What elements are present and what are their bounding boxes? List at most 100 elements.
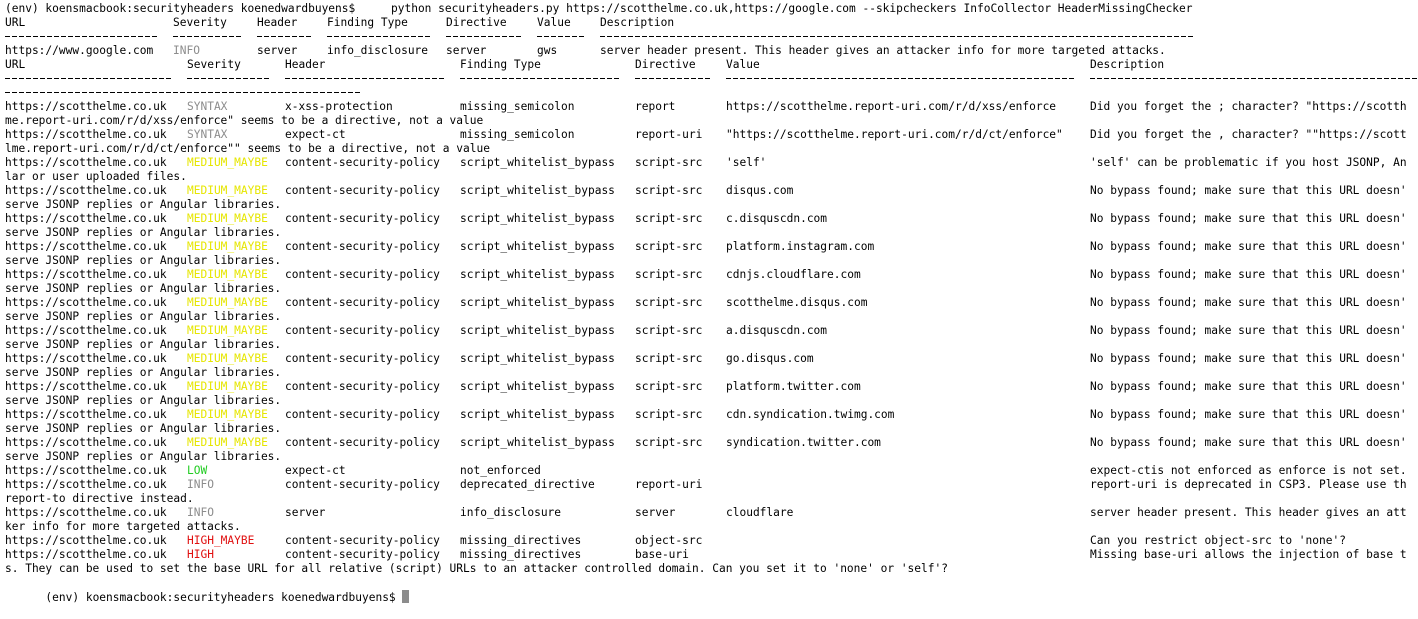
cell-url: https://scotthelme.co.uk (5, 296, 167, 309)
cell-header: content-security-policy (285, 240, 440, 253)
cell-directive: report-uri (635, 478, 703, 491)
cell-finding-type: script_whitelist_bypass (460, 156, 615, 169)
col-directive-label: Directive (635, 58, 696, 71)
divider (1090, 78, 1418, 79)
cell-header: content-security-policy (285, 156, 440, 169)
cell-description: No bypass found; make sure that this URL… (1090, 184, 1407, 197)
severity-badge: INFO (187, 506, 214, 519)
row-wrap-continuation: serve JSONP replies or Angular libraries… (0, 422, 1418, 436)
cell-description: Missing base-uri allows the injection of… (1090, 548, 1407, 561)
cell-header: server (285, 506, 326, 519)
cell-description-wrap: s. They can be used to set the base URL … (5, 562, 948, 575)
table-row: https://scotthelme.co.uk INFO content-secu… (0, 478, 1418, 492)
severity-badge: INFO (173, 44, 200, 57)
cell-value: cdn.syndication.twimg.com (726, 408, 895, 421)
cell-directive: script-src (635, 156, 703, 169)
cell-description: No bypass found; make sure that this URL… (1090, 352, 1407, 365)
severity-badge: MEDIUM_MAYBE (187, 352, 268, 365)
cell-description: No bypass found; make sure that this URL… (1090, 408, 1407, 421)
divider (5, 92, 362, 93)
row-wrap-continuation: serve JSONP replies or Angular libraries… (0, 254, 1418, 268)
cell-finding-type: script_whitelist_bypass (460, 436, 615, 449)
cell-directive: server (446, 44, 487, 57)
row-wrap-continuation: serve JSONP replies or Angular libraries… (0, 366, 1418, 380)
table-row: https://scotthelme.co.uk SYNTAX expect-ct m… (0, 128, 1418, 142)
cell-header: content-security-policy (285, 548, 440, 561)
divider (173, 36, 243, 37)
cell-finding-type: script_whitelist_bypass (460, 324, 615, 337)
cell-directive: base-uri (635, 548, 689, 561)
cell-url: https://scotthelme.co.uk (5, 380, 167, 393)
cell-value: gws (537, 44, 558, 57)
cell-description: Can you restrict object-src to 'none'? (1090, 534, 1346, 547)
cell-value: cdnjs.cloudflare.com (726, 268, 861, 281)
cell-description: No bypass found; make sure that this URL… (1090, 436, 1407, 449)
cell-value: disqus.com (726, 184, 794, 197)
table-row: https://scotthelme.co.uk MEDIUM_MAYBE cont… (0, 156, 1418, 170)
severity-badge: MEDIUM_MAYBE (187, 324, 268, 337)
cell-header: content-security-policy (285, 408, 440, 421)
cell-description-wrap: serve JSONP replies or Angular libraries… (5, 366, 282, 379)
table2-header: URL Severity Header Finding Type Directi… (0, 58, 1418, 72)
cell-description-wrap: serve JSONP replies or Angular libraries… (5, 338, 282, 351)
severity-badge: SYNTAX (187, 128, 228, 141)
row-wrap-continuation: lme.report-uri.com/r/d/ct/enforce"" seem… (0, 142, 1418, 156)
severity-badge: MEDIUM_MAYBE (187, 212, 268, 225)
cell-description-wrap: serve JSONP replies or Angular libraries… (5, 226, 282, 239)
divider (5, 78, 173, 79)
cell-directive: script-src (635, 212, 703, 225)
cell-directive: script-src (635, 436, 703, 449)
cell-value: "https://scotthelme.report-uri.com/r/d/c… (726, 128, 1063, 141)
final-prompt-line[interactable]: (env) koensmacbook:securityheaders koene… (0, 576, 1418, 604)
terminal-window[interactable]: (env) koensmacbook:securityheaders koene… (0, 0, 1418, 604)
cell-description-wrap: serve JSONP replies or Angular libraries… (5, 394, 282, 407)
divider (726, 78, 1076, 79)
col-severity-label: Severity (187, 58, 241, 71)
table-row: https://scotthelme.co.uk MEDIUM_MAYBE cont… (0, 436, 1418, 450)
row-wrap-continuation: serve JSONP replies or Angular libraries… (0, 198, 1418, 212)
cell-description: No bypass found; make sure that this URL… (1090, 380, 1407, 393)
row-wrap-continuation: ker info for more targeted attacks. (0, 520, 1418, 534)
cell-description-wrap: lme.report-uri.com/r/d/ct/enforce"" seem… (5, 142, 490, 155)
table-row: https://scotthelme.co.uk SYNTAX x-xss-prot… (0, 100, 1418, 114)
row-wrap-continuation: serve JSONP replies or Angular libraries… (0, 282, 1418, 296)
cell-description-wrap: me.report-uri.com/r/d/xss/enforce" seems… (5, 114, 484, 127)
table2-divider-wrap (0, 86, 1418, 100)
divider (460, 78, 621, 79)
col-url-label: URL (5, 58, 26, 71)
cell-finding-type: script_whitelist_bypass (460, 380, 615, 393)
cell-directive: script-src (635, 324, 703, 337)
table-row: https://scotthelme.co.uk MEDIUM_MAYBE cont… (0, 352, 1418, 366)
cell-finding-type: missing_directives (460, 534, 582, 547)
cell-url: https://scotthelme.co.uk (5, 128, 167, 141)
divider (285, 78, 446, 79)
severity-badge: MEDIUM_MAYBE (187, 436, 268, 449)
table1-header: URL Severity Header Finding Type Directi… (0, 16, 1418, 30)
cell-url: https://scotthelme.co.uk (5, 324, 167, 337)
row-wrap-continuation: serve JSONP replies or Angular libraries… (0, 394, 1418, 408)
table-row: https://scotthelme.co.uk MEDIUM_MAYBE cont… (0, 240, 1418, 254)
cell-value: syndication.twitter.com (726, 436, 881, 449)
col-url-label: URL (5, 16, 26, 29)
cell-directive: server (635, 506, 676, 519)
cell-directive: script-src (635, 296, 703, 309)
cell-header: content-security-policy (285, 534, 440, 547)
cell-finding-type: not_enforced (460, 464, 541, 477)
cell-header: expect-ct (285, 128, 346, 141)
col-value-label: Value (726, 58, 760, 71)
cell-url: https://scotthelme.co.uk (5, 100, 167, 113)
severity-badge: HIGH (187, 548, 214, 561)
cell-value: a.disquscdn.com (726, 324, 828, 337)
cell-description: No bypass found; make sure that this URL… (1090, 268, 1407, 281)
row-wrap-continuation: serve JSONP replies or Angular libraries… (0, 338, 1418, 352)
table2-divider (0, 72, 1418, 86)
cell-description: Did you forget the , character? ""https:… (1090, 128, 1407, 141)
cell-header: content-security-policy (285, 436, 440, 449)
cell-url: https://scotthelme.co.uk (5, 478, 167, 491)
cell-url: https://scotthelme.co.uk (5, 212, 167, 225)
table-row: https://scotthelme.co.uk MEDIUM_MAYBE cont… (0, 324, 1418, 338)
cell-value: go.disqus.com (726, 352, 814, 365)
cell-directive: report (635, 100, 676, 113)
divider (257, 36, 313, 37)
col-severity-label: Severity (173, 16, 227, 29)
